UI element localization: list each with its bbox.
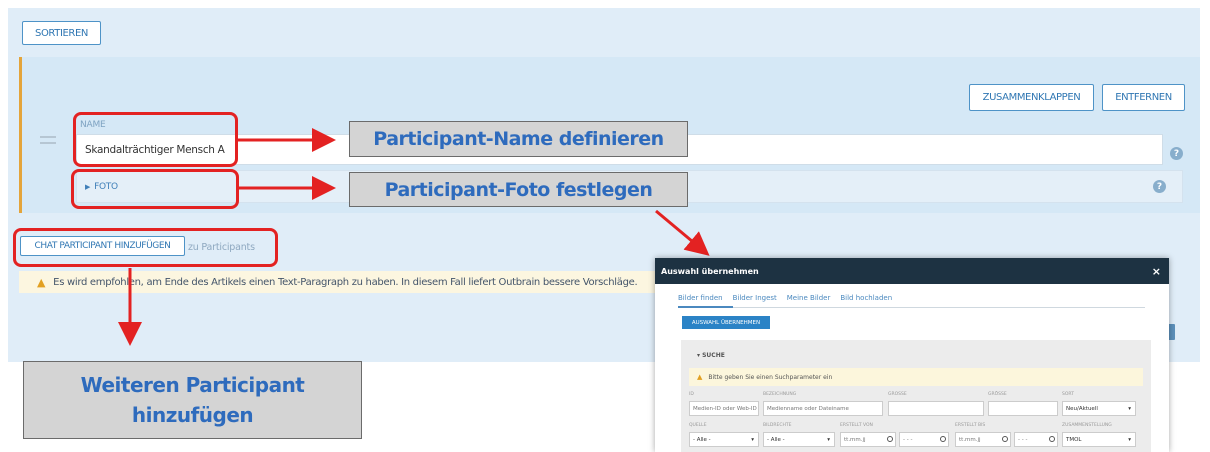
highlight-add bbox=[13, 228, 278, 267]
tab-bilder-finden[interactable]: Bilder finden bbox=[678, 294, 723, 302]
rights-select[interactable]: - Alle - ▾ bbox=[763, 432, 835, 447]
clock-icon[interactable] bbox=[1049, 436, 1055, 442]
callout-add: Weiteren Participant hinzufügen bbox=[23, 361, 362, 439]
size-input-2[interactable] bbox=[988, 401, 1058, 416]
tab-meine-bilder[interactable]: Meine Bilder bbox=[787, 294, 831, 302]
search-warning-text: Bitte geben Sie einen Suchparameter ein bbox=[708, 373, 833, 381]
remove-button[interactable]: ENTFERNEN bbox=[1102, 84, 1185, 111]
label-zusammenstellung: ZUSAMMENSTELLUNG bbox=[1062, 423, 1112, 428]
label-quelle: QUELLE bbox=[689, 423, 707, 428]
rights-value: - Alle - bbox=[767, 436, 785, 443]
sort-value: Neu/Aktuell bbox=[1066, 405, 1098, 412]
label-erstellt-bis: ERSTELLT BIS bbox=[955, 423, 986, 428]
compilation-value: TMOL bbox=[1066, 436, 1082, 443]
tab-bild-hochladen[interactable]: Bild hochladen bbox=[840, 294, 892, 302]
chevron-down-icon: ▾ bbox=[1128, 436, 1131, 443]
highlight-foto bbox=[71, 169, 239, 209]
label-erstellt-von: ERSTELLT VON bbox=[840, 423, 873, 428]
warning-icon: ▲ bbox=[37, 275, 46, 289]
id-input[interactable]: Medien-ID oder Web-ID bbox=[689, 401, 759, 416]
callout-name: Participant-Name definieren bbox=[349, 121, 688, 157]
outbrain-warning: ▲ Es wird empfohlen, am Ende des Artikel… bbox=[19, 271, 659, 293]
label-groesse: GRÖSSE bbox=[988, 392, 1007, 397]
modal-header: Auswahl übernehmen × bbox=[655, 258, 1169, 284]
apply-selection-button[interactable]: AUSWAHL ÜBERNEHMEN bbox=[682, 316, 770, 329]
calendar-icon[interactable] bbox=[887, 436, 893, 442]
label-id: ID bbox=[689, 392, 694, 397]
image-picker-modal: Auswahl übernehmen × Bilder finden Bilde… bbox=[655, 258, 1169, 452]
search-warning: ▲ Bitte geben Sie einen Suchparameter ei… bbox=[689, 368, 1143, 386]
label-sort: SORT bbox=[1062, 392, 1074, 397]
clock-icon[interactable] bbox=[940, 436, 946, 442]
compilation-select[interactable]: TMOL ▾ bbox=[1062, 432, 1136, 447]
tab-active-indicator bbox=[678, 306, 733, 308]
collapse-button[interactable]: ZUSAMMENKLAPPEN bbox=[969, 84, 1094, 111]
name-search-input[interactable]: Medienname oder Dateiname bbox=[763, 401, 883, 416]
source-select[interactable]: - Alle - ▾ bbox=[689, 432, 759, 447]
modal-title: Auswahl übernehmen bbox=[661, 266, 759, 276]
help-icon[interactable]: ? bbox=[1153, 180, 1166, 193]
sort-button[interactable]: SORTIEREN bbox=[22, 21, 101, 45]
label-grosse: GROSSE bbox=[888, 392, 907, 397]
modal-tabs: Bilder finden Bilder Ingest Meine Bilder… bbox=[678, 294, 892, 302]
size-input[interactable] bbox=[888, 401, 984, 416]
drag-handle-icon[interactable] bbox=[40, 136, 56, 148]
highlight-name bbox=[73, 112, 238, 167]
label-bildrechte: BILDRECHTE bbox=[763, 423, 792, 428]
chevron-down-icon: ▾ bbox=[1128, 405, 1131, 412]
calendar-icon[interactable] bbox=[1002, 436, 1008, 442]
warning-text: Es wird empfohlen, am Ende des Artikels … bbox=[53, 276, 638, 288]
callout-foto: Participant-Foto festlegen bbox=[349, 172, 688, 207]
tab-bilder-ingest[interactable]: Bilder Ingest bbox=[733, 294, 777, 302]
chevron-down-icon: ▾ bbox=[751, 436, 754, 443]
source-value: - Alle - bbox=[693, 436, 711, 443]
sort-select[interactable]: Neu/Aktuell ▾ bbox=[1062, 401, 1136, 416]
tab-divider bbox=[678, 307, 1145, 308]
help-icon[interactable]: ? bbox=[1170, 147, 1183, 160]
close-icon[interactable]: × bbox=[1152, 265, 1161, 278]
warning-icon: ▲ bbox=[697, 373, 703, 381]
label-bezeichnung: BEZEICHNUNG bbox=[763, 392, 797, 397]
panel-corner-icon bbox=[1168, 324, 1175, 340]
chevron-down-icon: ▾ bbox=[827, 436, 830, 443]
search-toggle[interactable]: ▾ SUCHE bbox=[697, 352, 725, 359]
